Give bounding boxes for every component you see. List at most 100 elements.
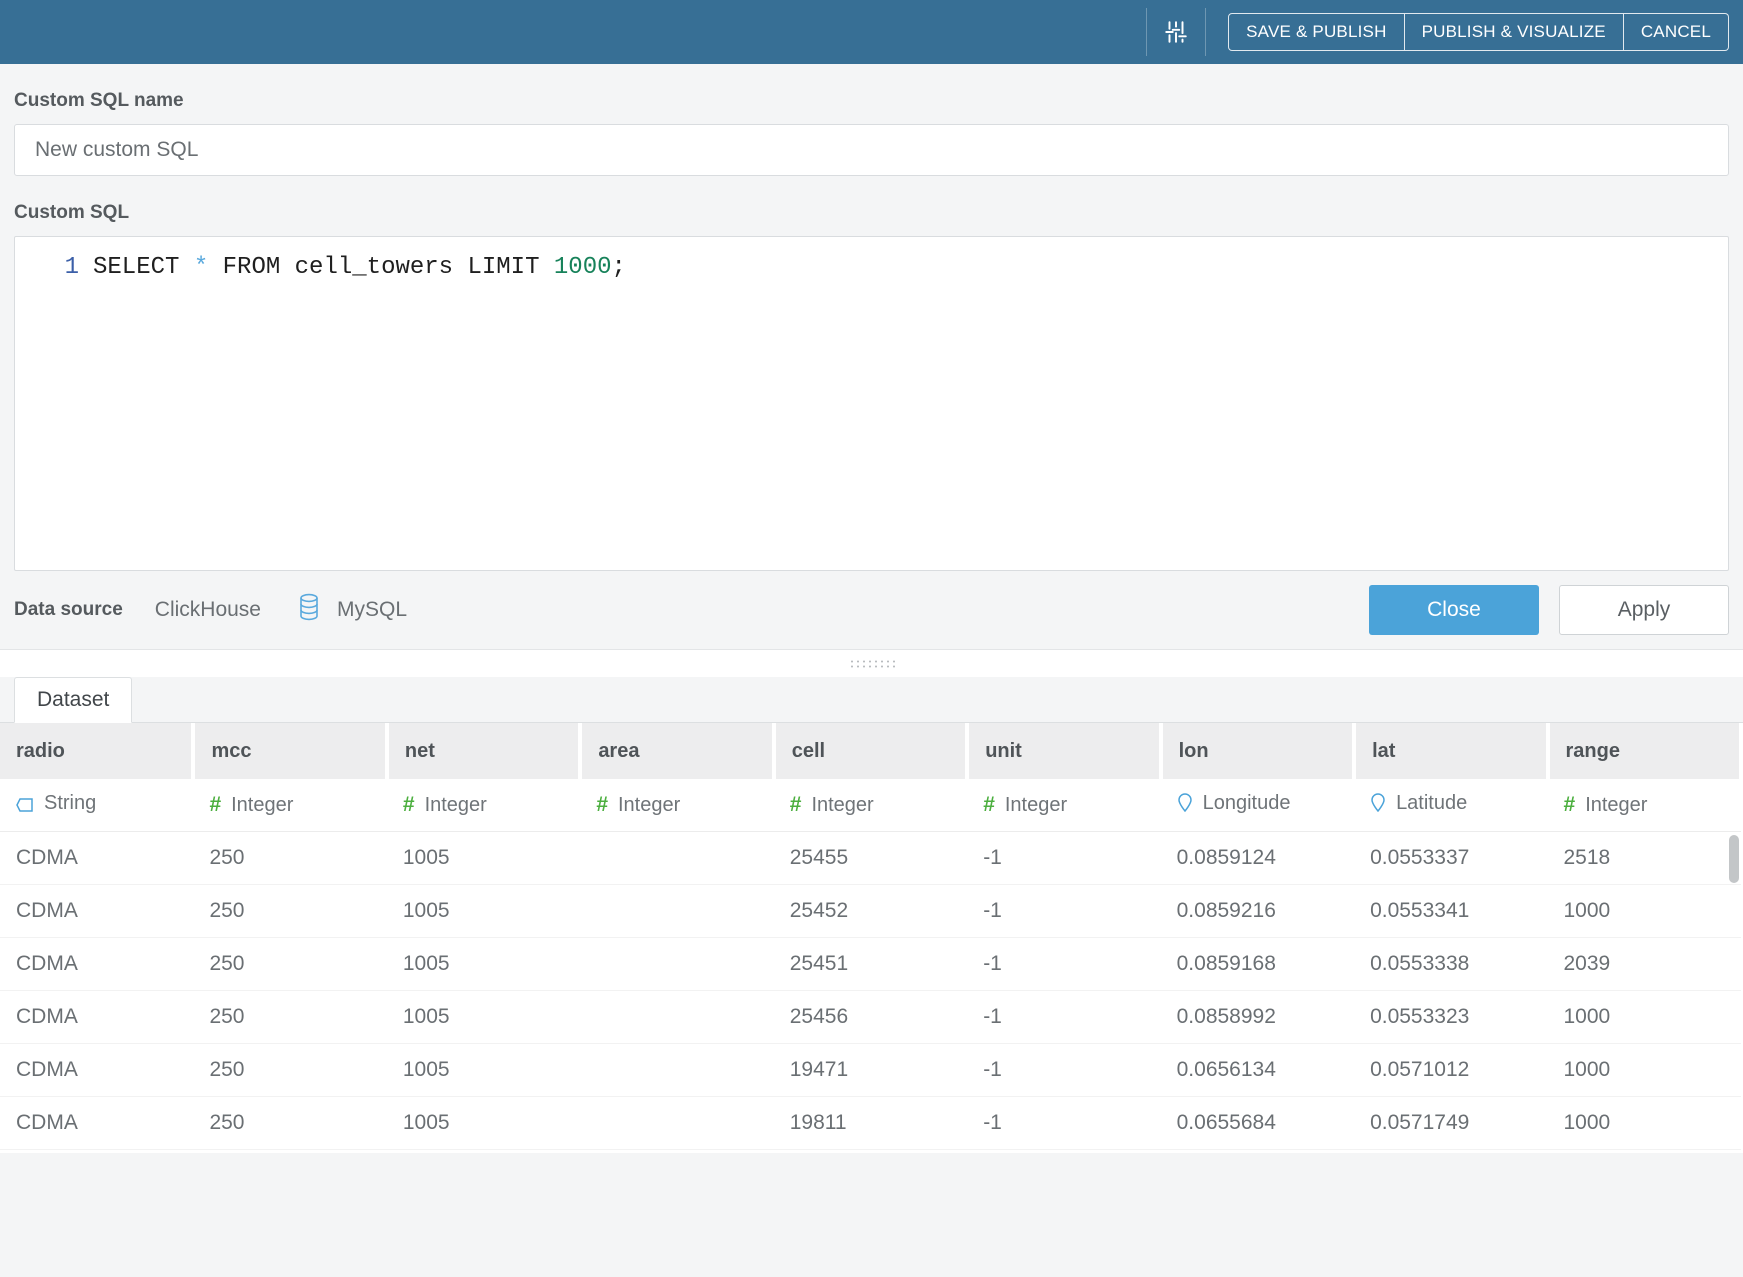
cell-range: 1000 [1548, 990, 1742, 1043]
toolbar-action-group: SAVE & PUBLISH PUBLISH & VISUALIZE CANCE… [1228, 13, 1729, 51]
column-type-label: Integer [425, 794, 487, 816]
panel-splitter[interactable] [0, 649, 1743, 677]
column-type-unit[interactable]: # Integer [967, 779, 1160, 831]
cell-net: 1005 [387, 990, 580, 1043]
cell-net: 1005 [387, 884, 580, 937]
cell-range: 2039 [1548, 937, 1742, 990]
datasource-mysql[interactable]: MySQL [297, 593, 407, 627]
cell-cell: 19811 [774, 1096, 967, 1149]
column-type-label: Longitude [1203, 792, 1291, 814]
hash-icon: # [1564, 793, 1576, 816]
datasource-label: Data source [14, 599, 123, 621]
column-type-area[interactable]: #Integer [580, 779, 773, 831]
table-row[interactable]: CDMA250100525451-10.08591680.05533382039 [0, 937, 1741, 990]
column-type-label: String [44, 792, 96, 814]
hash-icon: # [790, 793, 802, 816]
pin-icon [1370, 792, 1386, 818]
hash-icon: # [596, 793, 608, 816]
cell-mcc: 250 [193, 1096, 386, 1149]
sql-token-suffix: ; [612, 254, 626, 281]
cell-lon: 0.0655684 [1161, 1096, 1354, 1149]
cell-radio: CDMA [0, 1043, 193, 1096]
cell-lon: 0.0859168 [1161, 937, 1354, 990]
vertical-scrollbar[interactable] [1729, 835, 1739, 1135]
cell-radio: CDMA [0, 937, 193, 990]
save-and-publish-button[interactable]: SAVE & PUBLISH [1228, 13, 1404, 51]
cell-cell: 25451 [774, 937, 967, 990]
custom-sql-name-input[interactable] [14, 124, 1729, 176]
cell-cell: 25455 [774, 831, 967, 884]
column-type-net[interactable]: #Integer [387, 779, 580, 831]
table-row[interactable]: CDMA250100525456-10.08589920.05533231000 [0, 990, 1741, 1043]
column-type-lat[interactable]: Latitude [1354, 779, 1547, 831]
sql-code-text: SELECT * FROM cell_towers LIMIT 1000; [93, 251, 626, 285]
string-icon [16, 795, 34, 818]
column-header-unit[interactable]: unit [967, 723, 1160, 779]
cell-net: 1005 [387, 1043, 580, 1096]
drag-handle-icon[interactable] [849, 659, 895, 668]
column-type-lon[interactable]: Longitude [1161, 779, 1354, 831]
sql-line-number: 1 [15, 251, 93, 285]
column-type-cell[interactable]: #Integer [774, 779, 967, 831]
cell-unit: -1 [967, 990, 1160, 1043]
sql-code-editor[interactable]: 1 SELECT * FROM cell_towers LIMIT 1000; [14, 236, 1729, 571]
table-row[interactable]: CDMA250100525452-10.08592160.05533411000 [0, 884, 1741, 937]
column-type-label: Integer [1585, 794, 1647, 816]
result-tabs-bar: Dataset [0, 677, 1743, 723]
column-header-net[interactable]: net [387, 723, 580, 779]
tab-dataset[interactable]: Dataset [14, 677, 132, 723]
column-type-label: Latitude [1396, 792, 1467, 814]
cell-area [580, 937, 773, 990]
cell-radio: CDMA [0, 1096, 193, 1149]
toolbar-divider-right [1205, 8, 1206, 56]
column-type-radio[interactable]: String [0, 779, 193, 831]
dataset-grid: radiomccnetareacellunitlonlatrange Strin… [0, 723, 1743, 1153]
cell-lat: 0.0553341 [1354, 884, 1547, 937]
cell-net: 1005 [387, 937, 580, 990]
settings-sliders-button[interactable] [1149, 8, 1203, 56]
hash-icon: # [983, 793, 995, 816]
cell-cell: 25452 [774, 884, 967, 937]
toolbar-divider-left [1146, 8, 1147, 56]
datasource-clickhouse[interactable]: ClickHouse [155, 598, 261, 622]
cell-mcc: 250 [193, 831, 386, 884]
pin-icon [1177, 792, 1193, 818]
column-header-cell[interactable]: cell [774, 723, 967, 779]
table-row[interactable]: CDMA250100519471-10.06561340.05710121000 [0, 1043, 1741, 1096]
column-type-mcc[interactable]: #Integer [193, 779, 386, 831]
cell-cell: 19471 [774, 1043, 967, 1096]
cell-lon: 0.0858992 [1161, 990, 1354, 1043]
column-header-lon[interactable]: lon [1161, 723, 1354, 779]
table-row[interactable]: CDMA250100519811-10.06556840.05717491000 [0, 1096, 1741, 1149]
cell-range: 1000 [1548, 1096, 1742, 1149]
column-header-range[interactable]: range [1548, 723, 1742, 779]
close-button[interactable]: Close [1369, 585, 1539, 635]
cell-radio: CDMA [0, 990, 193, 1043]
column-type-range[interactable]: # Integer [1548, 779, 1742, 831]
cell-unit: -1 [967, 884, 1160, 937]
cancel-button[interactable]: CANCEL [1624, 13, 1729, 51]
column-header-mcc[interactable]: mcc [193, 723, 386, 779]
column-header-lat[interactable]: lat [1354, 723, 1547, 779]
table-row[interactable]: CDMA250100525455-10.08591240.05533372518 [0, 831, 1741, 884]
sql-token-star: * [194, 254, 208, 281]
column-type-label: Integer [1005, 794, 1067, 816]
datasource-clickhouse-label: ClickHouse [155, 598, 261, 622]
column-header-radio[interactable]: radio [0, 723, 193, 779]
table-header-types-row: String#Integer#Integer#Integer#Integer#I… [0, 779, 1741, 831]
sql-token-number: 1000 [554, 254, 612, 281]
apply-button[interactable]: Apply [1559, 585, 1729, 635]
cell-unit: -1 [967, 1096, 1160, 1149]
column-header-area[interactable]: area [580, 723, 773, 779]
cell-mcc: 250 [193, 884, 386, 937]
publish-and-visualize-button[interactable]: PUBLISH & VISUALIZE [1405, 13, 1624, 51]
cell-mcc: 250 [193, 990, 386, 1043]
cell-range: 2518 [1548, 831, 1742, 884]
sliders-icon [1163, 19, 1189, 45]
cell-area [580, 831, 773, 884]
scrollbar-thumb[interactable] [1729, 835, 1739, 883]
cell-radio: CDMA [0, 884, 193, 937]
cell-range: 1000 [1548, 884, 1742, 937]
cell-area [580, 1043, 773, 1096]
cell-area [580, 884, 773, 937]
